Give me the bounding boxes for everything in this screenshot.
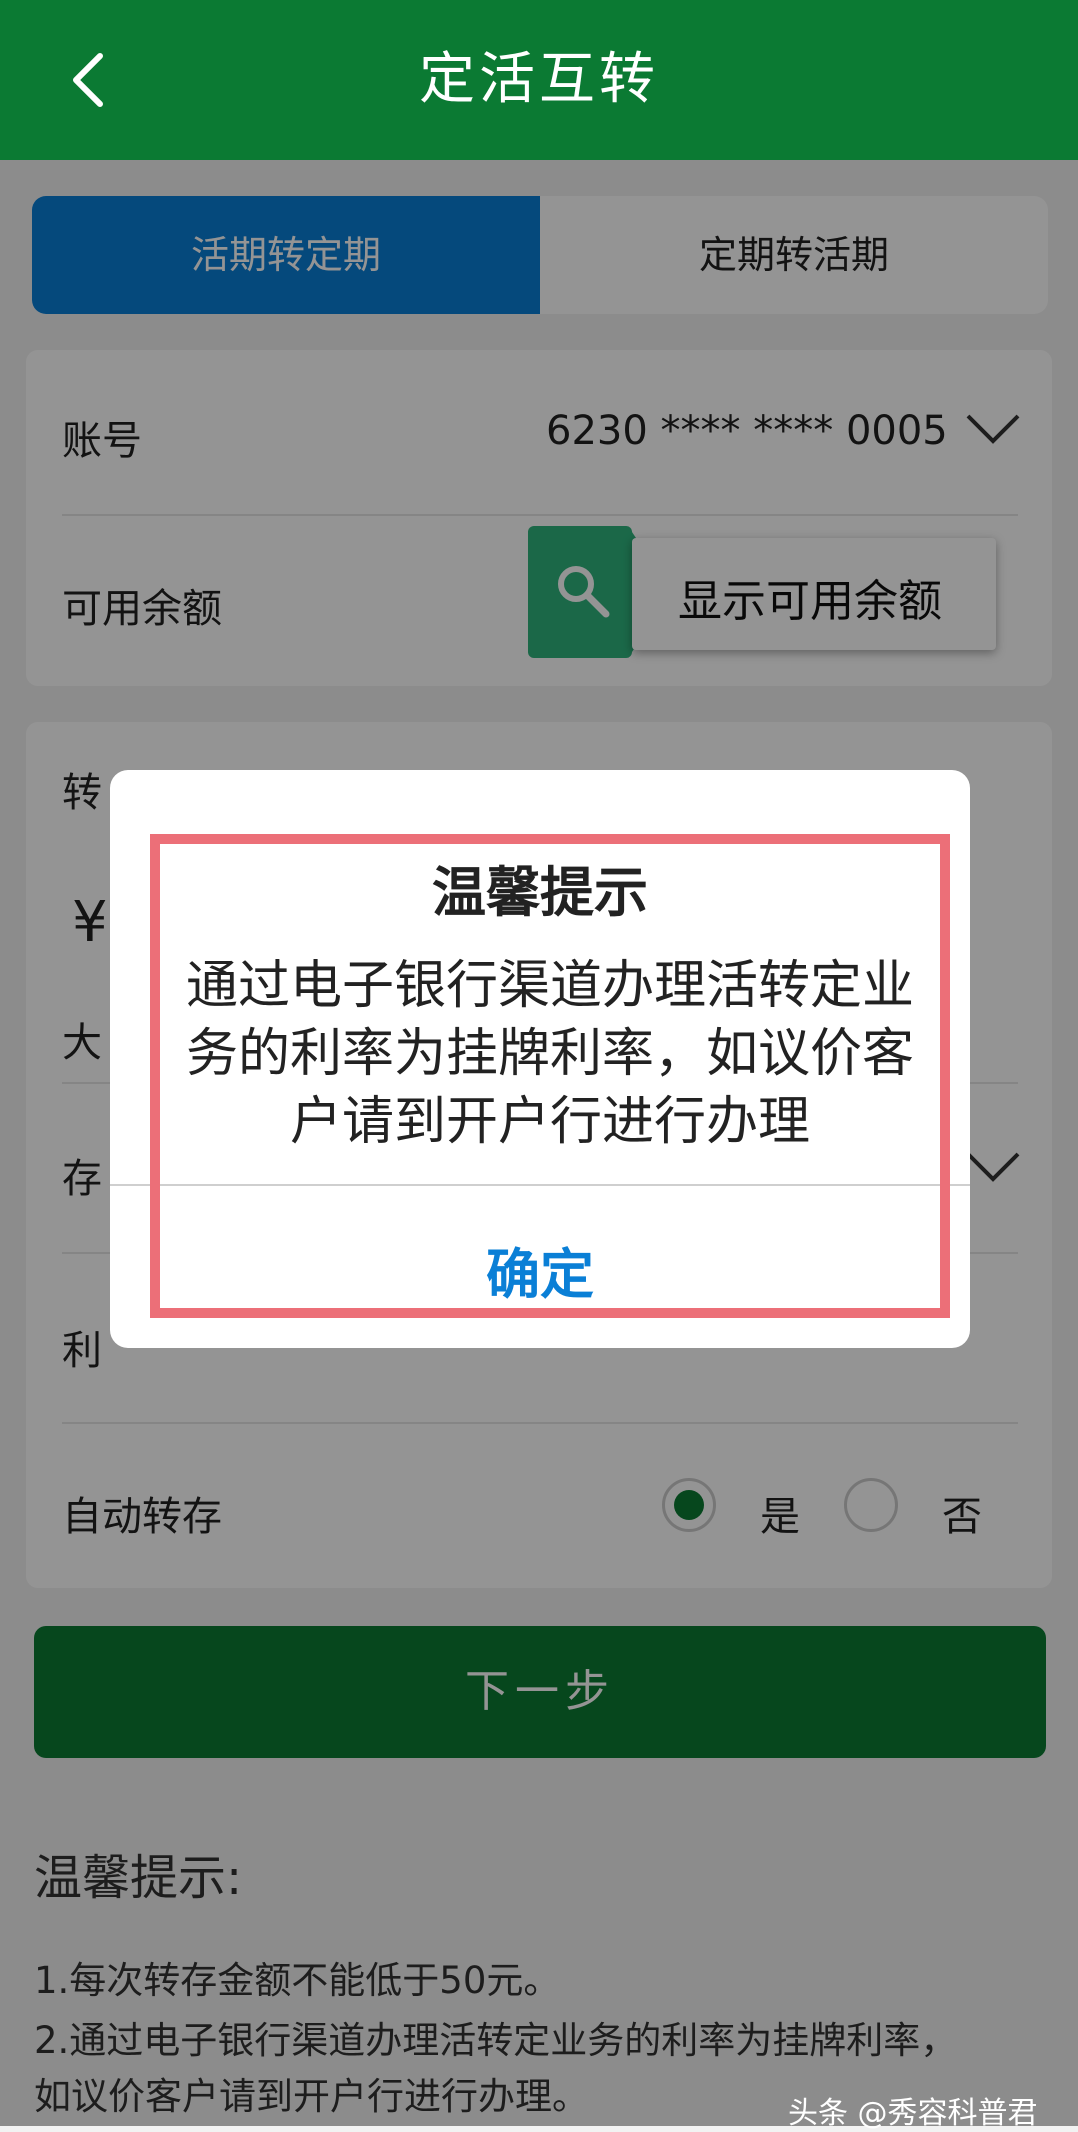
watermark: 头条 @秀容科普君 xyxy=(788,2096,1038,2131)
page-title: 定活互转 xyxy=(419,47,659,112)
highlight-annotation-box xyxy=(150,834,950,1318)
